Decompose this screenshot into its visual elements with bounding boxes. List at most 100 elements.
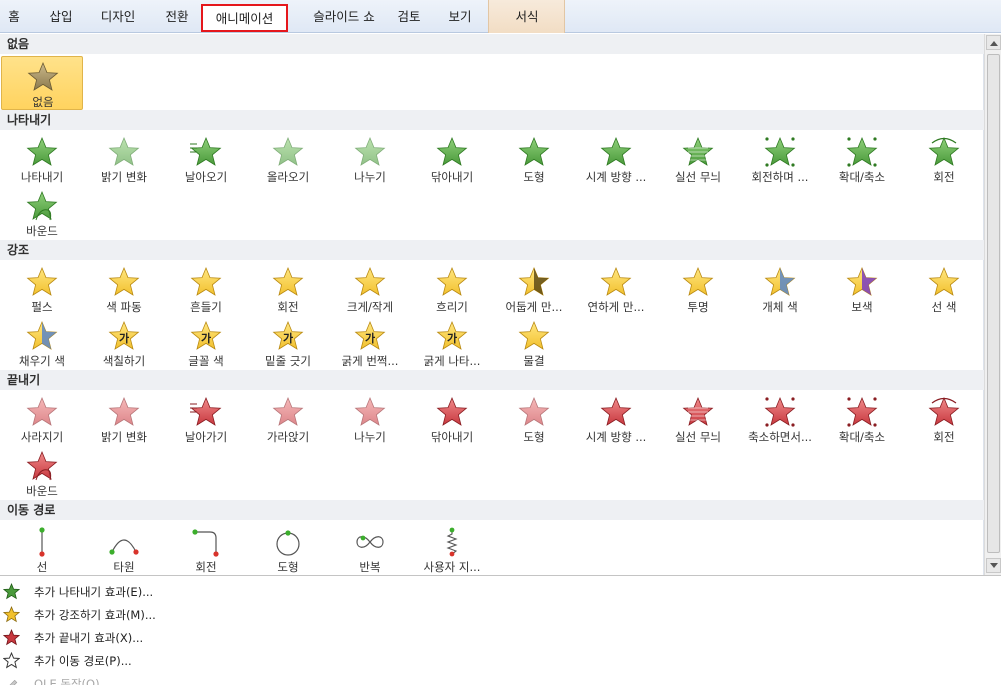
tab-2[interactable]: 디자인 xyxy=(96,7,140,27)
effect-emphasis-1[interactable]: 색 파동 xyxy=(83,262,165,316)
tab-4[interactable]: 애니메이션 xyxy=(201,4,288,32)
green-star-bounce-icon xyxy=(26,190,58,221)
effect-emphasis-13[interactable]: 가 색칠하기 xyxy=(83,316,165,370)
effect-entrance-9[interactable]: 회전하며 ... xyxy=(739,132,821,186)
effect-path-3[interactable]: 도형 xyxy=(247,522,329,576)
effect-exit-9[interactable]: 축소하면서... xyxy=(739,392,821,446)
effect-emphasis-16[interactable]: 가굵게 번쩍... xyxy=(329,316,411,370)
effect-exit-1[interactable]: 밝기 변화 xyxy=(83,392,165,446)
effect-emphasis-6[interactable]: 어둡게 만... xyxy=(493,262,575,316)
path-turn-icon xyxy=(192,529,219,557)
effect-emphasis-11[interactable]: 선 색 xyxy=(903,262,985,316)
effect-emphasis-17[interactable]: 가 굵게 나타... xyxy=(411,316,493,370)
effect-exit-7[interactable]: 시계 방향 ... xyxy=(575,392,657,446)
yellow-star-darken-icon xyxy=(518,266,550,296)
effect-emphasis-7[interactable]: 연하게 만... xyxy=(575,262,657,316)
effect-exit-8[interactable]: 실선 무늬 xyxy=(657,392,739,446)
effect-entrance-3[interactable]: 올라오기 xyxy=(247,132,329,186)
effect-exit-5[interactable]: 닦아내기 xyxy=(411,392,493,446)
effect-exit-12[interactable]: 바운드 xyxy=(1,446,83,500)
red-star-small-icon xyxy=(3,629,20,646)
effect-entrance-5[interactable]: 닦아내기 xyxy=(411,132,493,186)
effect-entrance-6[interactable]: 도형 xyxy=(493,132,575,186)
effect-path-0[interactable]: 선 xyxy=(1,522,83,576)
effect-label: 타원 xyxy=(113,560,135,574)
menu-item-0[interactable]: 추가 나타내기 효과(E)... xyxy=(0,580,400,603)
section-header-path: 이동 경로 xyxy=(0,500,984,520)
effect-entrance-10[interactable]: 확대/축소 xyxy=(821,132,903,186)
effect-exit-4[interactable]: 나누기 xyxy=(329,392,411,446)
svg-text:가: 가 xyxy=(119,331,129,345)
effect-exit-3[interactable]: 가라앉기 xyxy=(247,392,329,446)
effect-emphasis-2[interactable]: 흔들기 xyxy=(165,262,247,316)
effect-label: 크게/작게 xyxy=(346,300,394,314)
effect-label: 회전하며 ... xyxy=(751,170,809,184)
menu-item-2[interactable]: 추가 끝내기 효과(X)... xyxy=(0,626,400,649)
effect-label: 선 xyxy=(36,560,48,574)
red-star-bounce-icon xyxy=(26,450,58,481)
red-star-shrink-turn-icon xyxy=(764,396,796,427)
scroll-up-button[interactable] xyxy=(986,35,1001,50)
effect-path-2[interactable]: 회전 xyxy=(165,522,247,576)
red-star-float-out-icon xyxy=(272,396,304,426)
effect-emphasis-10[interactable]: 보색 xyxy=(821,262,903,316)
tab-6[interactable]: 검토 xyxy=(392,7,426,27)
effect-emphasis-15[interactable]: 가 밑줄 긋기 xyxy=(247,316,329,370)
tab-8[interactable]: 서식 xyxy=(509,7,545,27)
scroll-down-button[interactable] xyxy=(986,558,1001,573)
effect-exit-0[interactable]: 사라지기 xyxy=(1,392,83,446)
effect-exit-2[interactable]: 날아가기 xyxy=(165,392,247,446)
green-star-random-bars-icon xyxy=(682,136,714,166)
effect-emphasis-4[interactable]: 크게/작게 xyxy=(329,262,411,316)
red-star-swivel-icon xyxy=(928,396,960,426)
effect-exit-6[interactable]: 도형 xyxy=(493,392,575,446)
effect-exit-10[interactable]: 확대/축소 xyxy=(821,392,903,446)
effect-label: 사용자 지... xyxy=(423,560,481,574)
effect-entrance-4[interactable]: 나누기 xyxy=(329,132,411,186)
yellow-star-grow-shrink-icon xyxy=(354,266,386,296)
effect-emphasis-9[interactable]: 개체 색 xyxy=(739,262,821,316)
effect-emphasis-14[interactable]: 가 글꼴 색 xyxy=(165,316,247,370)
effect-path-5[interactable]: 사용자 지... xyxy=(411,522,493,576)
effect-entrance-0[interactable]: 나타내기 xyxy=(1,132,83,186)
svg-text:가: 가 xyxy=(283,331,293,345)
effect-entrance-1[interactable]: 밝기 변화 xyxy=(83,132,165,186)
yellow-star-transparency-icon xyxy=(682,266,714,296)
tab-5[interactable]: 슬라이드 쇼 xyxy=(300,7,388,27)
tab-3[interactable]: 전환 xyxy=(160,7,194,27)
effect-emphasis-12[interactable]: 채우기 색 xyxy=(1,316,83,370)
yellow-star-desaturate-icon xyxy=(436,266,468,296)
green-star-fade-icon xyxy=(108,136,140,166)
yellow-star-spin-icon xyxy=(272,266,304,296)
effect-label: 나누기 xyxy=(354,170,386,184)
effect-entrance-11[interactable]: 회전 xyxy=(903,132,985,186)
effect-label: 투명 xyxy=(687,300,709,314)
effect-label: 닦아내기 xyxy=(430,170,474,184)
effect-entrance-7[interactable]: 시계 방향 ... xyxy=(575,132,657,186)
effect-emphasis-18[interactable]: 물결 xyxy=(493,316,575,370)
path-line-icon xyxy=(39,527,45,557)
effect-emphasis-8[interactable]: 투명 xyxy=(657,262,739,316)
menu-item-1[interactable]: 추가 강조하기 효과(M)... xyxy=(0,603,400,626)
tab-0[interactable]: 홈 xyxy=(0,7,28,27)
effect-entrance-2[interactable]: 날아오기 xyxy=(165,132,247,186)
effect-label: 굵게 번쩍... xyxy=(341,354,399,368)
effect-none-0[interactable]: 없음 xyxy=(1,56,83,110)
effect-emphasis-3[interactable]: 회전 xyxy=(247,262,329,316)
effect-exit-11[interactable]: 회전 xyxy=(903,392,985,446)
effect-entrance-12[interactable]: 바운드 xyxy=(1,186,83,240)
effect-path-1[interactable]: 타원 xyxy=(83,522,165,576)
scroll-thumb[interactable] xyxy=(987,54,1000,553)
effect-emphasis-0[interactable]: 펄스 xyxy=(1,262,83,316)
effect-emphasis-5[interactable]: 흐리기 xyxy=(411,262,493,316)
tab-7[interactable]: 보기 xyxy=(443,7,477,27)
gallery-scrollbar[interactable] xyxy=(984,34,1001,575)
effect-label: 개체 색 xyxy=(762,300,798,314)
tab-1[interactable]: 삽입 xyxy=(44,7,78,27)
effect-label: 굵게 나타... xyxy=(423,354,481,368)
menu-item-3[interactable]: 추가 이동 경로(P)... xyxy=(0,649,400,672)
svg-text:가: 가 xyxy=(365,331,375,345)
effect-entrance-8[interactable]: 실선 무늬 xyxy=(657,132,739,186)
effect-path-4[interactable]: 반복 xyxy=(329,522,411,576)
yellow-star-complementary-icon xyxy=(846,266,878,296)
